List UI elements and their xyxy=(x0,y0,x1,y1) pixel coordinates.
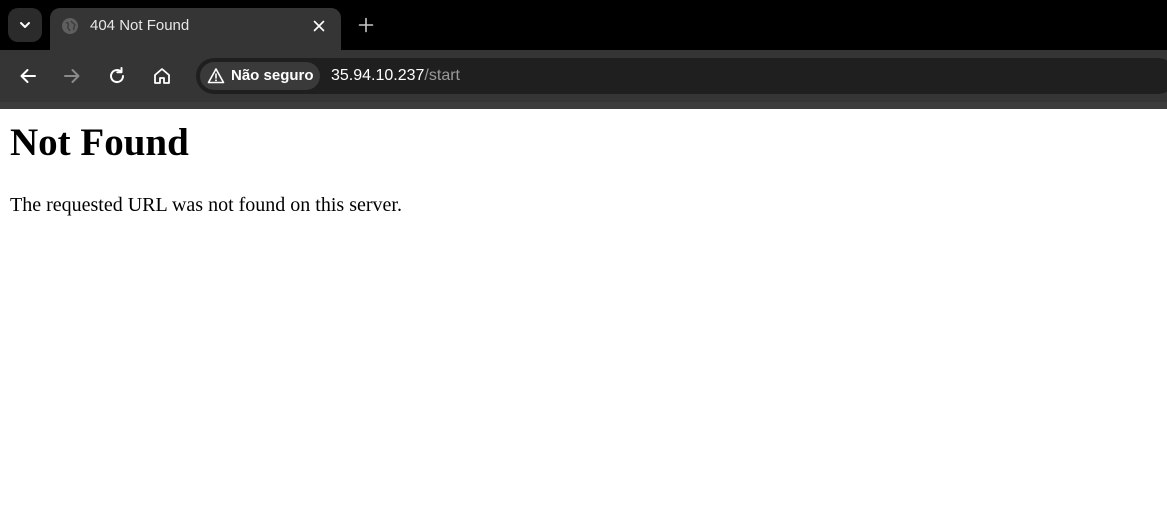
plus-icon xyxy=(358,17,374,33)
security-indicator[interactable]: Não seguro xyxy=(200,62,320,90)
tab-strip: 404 Not Found xyxy=(0,0,1167,50)
active-tab[interactable]: 404 Not Found xyxy=(50,8,341,50)
toolbar-divider xyxy=(0,102,1167,109)
url-host: 35.94.10.237 xyxy=(331,67,425,84)
warning-icon xyxy=(207,68,225,84)
back-button[interactable] xyxy=(14,62,42,90)
toolbar: Não seguro 35.94.10.237/start xyxy=(0,50,1167,102)
security-label: Não seguro xyxy=(231,67,314,84)
error-message: The requested URL was not found on this … xyxy=(10,194,402,216)
close-icon xyxy=(313,20,325,32)
page-title: Not Found xyxy=(10,121,189,164)
forward-button[interactable] xyxy=(58,62,86,90)
tab-search-button[interactable] xyxy=(8,8,42,42)
home-icon xyxy=(154,68,170,84)
back-arrow-icon xyxy=(20,69,36,83)
browser-chrome: 404 Not Found Não seguro 35.94.10.237/st… xyxy=(0,0,1167,109)
chevron-down-icon xyxy=(20,22,30,28)
new-tab-button[interactable] xyxy=(352,11,380,39)
page-content: Not Found The requested URL was not foun… xyxy=(0,109,1167,521)
reload-icon xyxy=(110,67,125,84)
reload-button[interactable] xyxy=(103,62,131,90)
url-text[interactable]: 35.94.10.237/start xyxy=(331,67,460,85)
globe-icon xyxy=(61,17,79,35)
url-path: /start xyxy=(424,67,460,84)
home-button[interactable] xyxy=(148,62,176,90)
forward-arrow-icon xyxy=(64,69,80,83)
address-bar[interactable]: Não seguro 35.94.10.237/start xyxy=(196,58,1167,94)
close-tab-button[interactable] xyxy=(309,16,329,36)
tab-title: 404 Not Found xyxy=(90,17,190,34)
